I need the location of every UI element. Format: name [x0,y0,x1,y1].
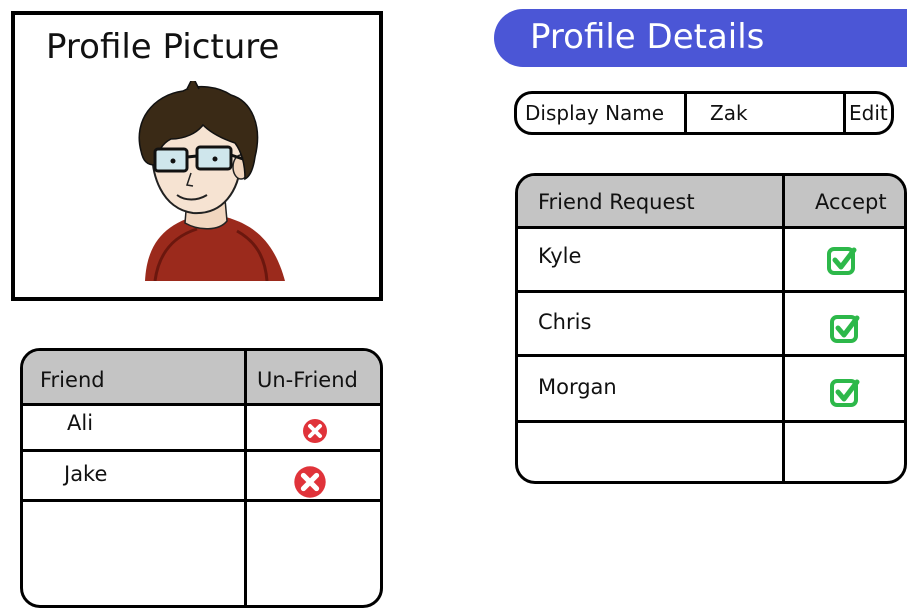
unfriend-column-header: Un-Friend [257,368,358,392]
row-divider [23,449,380,452]
display-name-divider [684,91,687,135]
friend-request-name: Kyle [538,244,582,268]
display-name-divider [843,91,846,135]
profile-picture-panel: Profile Picture [11,11,383,301]
row-divider [518,354,904,357]
column-divider [782,176,785,481]
row-divider [23,403,380,406]
profile-details-title: Profile Details [530,17,765,57]
row-divider [518,420,904,423]
accept-check-icon[interactable] [826,244,858,276]
display-name-row: Display Name Zak Edit [514,91,894,135]
display-name-label: Display Name [525,101,665,125]
edit-display-name-button[interactable]: Edit [849,94,888,132]
friend-request-column-header: Friend Request [538,190,695,214]
avatar-image [138,81,285,281]
display-name-value: Zak [710,101,748,125]
unfriend-x-icon[interactable] [293,465,327,499]
friend-name: Jake [64,462,108,486]
accept-column-header: Accept [815,190,887,214]
friend-request-name: Morgan [538,375,617,399]
friend-name: Ali [67,411,94,435]
accept-check-icon[interactable] [829,376,861,408]
column-divider [244,351,247,605]
friend-request-name: Chris [538,310,592,334]
profile-details-banner: Profile Details [494,9,907,67]
friends-table: Friend Un-Friend Ali Jake [20,348,383,608]
row-divider [518,290,904,293]
row-divider [518,226,904,229]
profile-picture-title: Profile Picture [46,27,280,67]
accept-check-icon[interactable] [829,312,861,344]
friend-request-table: Friend Request Accept Kyle Chris Morgan [515,173,907,484]
row-divider [23,499,380,502]
friend-column-header: Friend [40,368,105,392]
unfriend-x-icon[interactable] [302,418,328,444]
